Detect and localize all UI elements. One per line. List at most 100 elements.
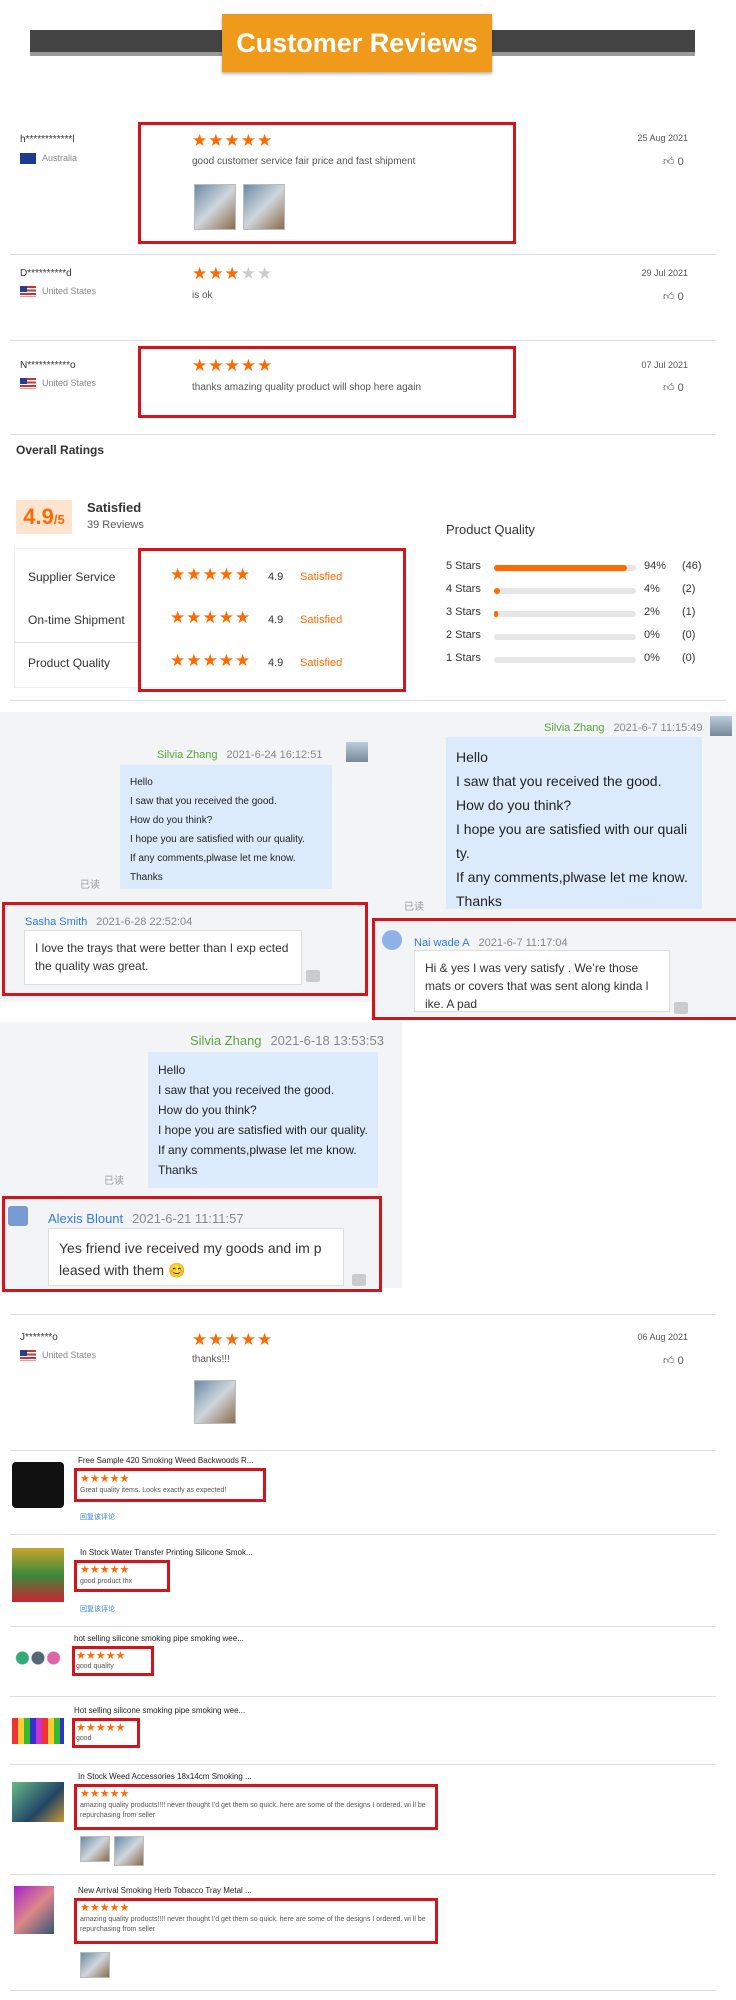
- divider: [10, 700, 726, 701]
- rating-stars: ★★★★★: [192, 264, 274, 283]
- read-receipt: 已读: [104, 1176, 124, 1187]
- overall-ratings-title: Overall Ratings: [16, 443, 105, 457]
- count-value: (2): [682, 583, 696, 595]
- chat-message: Hello I saw that you received the good. Ho…: [120, 765, 332, 889]
- product-title[interactable]: Hot selling silicone smoking pipe smokin…: [74, 1706, 245, 1715]
- review-text: amazing quality products!!!! never thoug…: [80, 1802, 426, 1819]
- product-image[interactable]: [12, 1782, 64, 1822]
- overall-score: 4.9/5: [16, 500, 72, 534]
- review-text: Great quality items. Looks exactly as ex…: [80, 1487, 227, 1494]
- star-level-label: 1 Stars: [446, 652, 481, 664]
- review-text: is ok: [192, 290, 213, 301]
- like-button[interactable]: 👍︎ 0: [663, 381, 684, 394]
- product-title[interactable]: New Arrival Smoking Herb Tobacco Tray Me…: [78, 1886, 252, 1895]
- avatar: [346, 742, 368, 762]
- chat-line: If any comments,plwase let me know.: [456, 869, 688, 885]
- avatar: [382, 930, 402, 950]
- chat-line: I hope you are satisfied with our quali …: [456, 821, 688, 861]
- product-image[interactable]: [12, 1548, 64, 1602]
- count-value: (0): [682, 652, 696, 664]
- review-text: good quality: [76, 1663, 114, 1670]
- divider: [10, 1626, 716, 1627]
- rating-stars: ★★★★★: [80, 1564, 130, 1576]
- product-image[interactable]: [12, 1718, 64, 1744]
- reply-link[interactable]: 回复该评论: [80, 1604, 115, 1614]
- progress-fill: [494, 565, 628, 571]
- avatar: [8, 1206, 28, 1226]
- reviewer-name: h************l: [20, 134, 75, 145]
- divider: [10, 1450, 716, 1451]
- like-button[interactable]: 👍︎ 0: [663, 155, 684, 168]
- thumbs-up-icon: 👍︎: [663, 291, 675, 303]
- chat-line: Thanks: [456, 893, 502, 909]
- chat-line: Thanks: [158, 1163, 198, 1177]
- divider: [10, 434, 716, 435]
- review-photo[interactable]: [80, 1952, 110, 1978]
- review-text: amazing quality products!!!! never thoug…: [80, 1916, 426, 1933]
- chat-header: Alexis Blount 2021-6-21 11:11:57: [48, 1211, 244, 1226]
- chat-line: Hello: [456, 749, 488, 765]
- rating-label: Supplier Service: [28, 570, 116, 584]
- review-photo[interactable]: [194, 1380, 236, 1424]
- chat-message: Hello I saw that you received the good. Ho…: [148, 1052, 378, 1188]
- star-level-label: 2 Stars: [446, 629, 481, 641]
- chat-line: I saw that you received the good.: [158, 1083, 335, 1097]
- product-title[interactable]: In Stock Weed Accessories 18x14cm Smokin…: [78, 1772, 252, 1781]
- chat-line: If any comments,plwase let me know.: [158, 1143, 357, 1157]
- review-photo[interactable]: [194, 184, 236, 230]
- more-button[interactable]: [352, 1274, 366, 1286]
- like-button[interactable]: 👍︎ 0: [663, 290, 684, 303]
- review-text: good customer service fair price and fas…: [192, 156, 416, 167]
- review-date: 29 Jul 2021: [641, 268, 688, 278]
- rating-verdict: Satisfied: [300, 571, 343, 583]
- percent-value: 0%: [644, 652, 660, 664]
- product-image[interactable]: [12, 1644, 64, 1672]
- chat-header: Sasha Smith 2021-6-28 22:52:04: [25, 916, 193, 928]
- rating-stars: ★★★★★: [192, 1330, 274, 1349]
- us-flag-icon: [20, 286, 36, 298]
- rating-stars: ★★★★★: [80, 1473, 130, 1485]
- thumbs-up-icon: 👍︎: [663, 1355, 675, 1367]
- chat-line: I hope you are satisfied with our qualit…: [130, 834, 305, 845]
- progress-track: [494, 611, 636, 617]
- chat-line: How do you think?: [456, 797, 572, 813]
- rating-stars: ★★★★★: [76, 1722, 126, 1734]
- rating-label: On-time Shipment: [28, 613, 125, 627]
- chat-line: How do you think?: [158, 1103, 257, 1117]
- review-text: thanks amazing quality product will shop…: [192, 382, 422, 393]
- review-photo[interactable]: [243, 184, 285, 230]
- review-date: 25 Aug 2021: [637, 133, 688, 143]
- star-level-label: 3 Stars: [446, 606, 481, 618]
- more-button[interactable]: [306, 970, 320, 982]
- product-title[interactable]: hot selling silicone smoking pipe smokin…: [74, 1634, 244, 1643]
- us-flag-icon: [20, 378, 36, 390]
- rating-value: 4.9: [268, 571, 284, 583]
- like-button[interactable]: 👍︎ 0: [663, 1354, 684, 1367]
- rating-verdict: Satisfied: [300, 657, 343, 669]
- percent-value: 2%: [644, 606, 660, 618]
- thumbs-up-icon: 👍︎: [663, 156, 675, 168]
- review-photo[interactable]: [80, 1836, 110, 1862]
- product-image[interactable]: [14, 1886, 54, 1934]
- product-image[interactable]: [12, 1462, 64, 1508]
- product-quality-row: 5 Stars 94% (46): [446, 560, 706, 576]
- product-quality-row: 2 Stars 0% (0): [446, 629, 706, 645]
- progress-track: [494, 565, 636, 571]
- count-value: (1): [682, 606, 696, 618]
- count-value: (0): [682, 629, 696, 641]
- review-photo[interactable]: [114, 1836, 144, 1866]
- reply-link[interactable]: 回复该评论: [80, 1512, 115, 1522]
- product-title[interactable]: In Stock Water Transfer Printing Silicon…: [80, 1548, 253, 1557]
- divider: [14, 642, 138, 643]
- rating-stars: ★★★★★: [170, 565, 252, 584]
- more-button[interactable]: [674, 1002, 688, 1014]
- divider: [10, 1764, 716, 1765]
- reviewer-country: United States: [20, 378, 96, 390]
- rating-stars: ★★★★★: [80, 1902, 130, 1914]
- rating-stars: ★★★★★: [192, 131, 274, 150]
- product-title[interactable]: Free Sample 420 Smoking Weed Backwoods R…: [78, 1456, 254, 1465]
- review-count: 39 Reviews: [87, 519, 144, 531]
- progress-track: [494, 657, 636, 663]
- progress-track: [494, 588, 636, 594]
- product-quality-row: 4 Stars 4% (2): [446, 583, 706, 599]
